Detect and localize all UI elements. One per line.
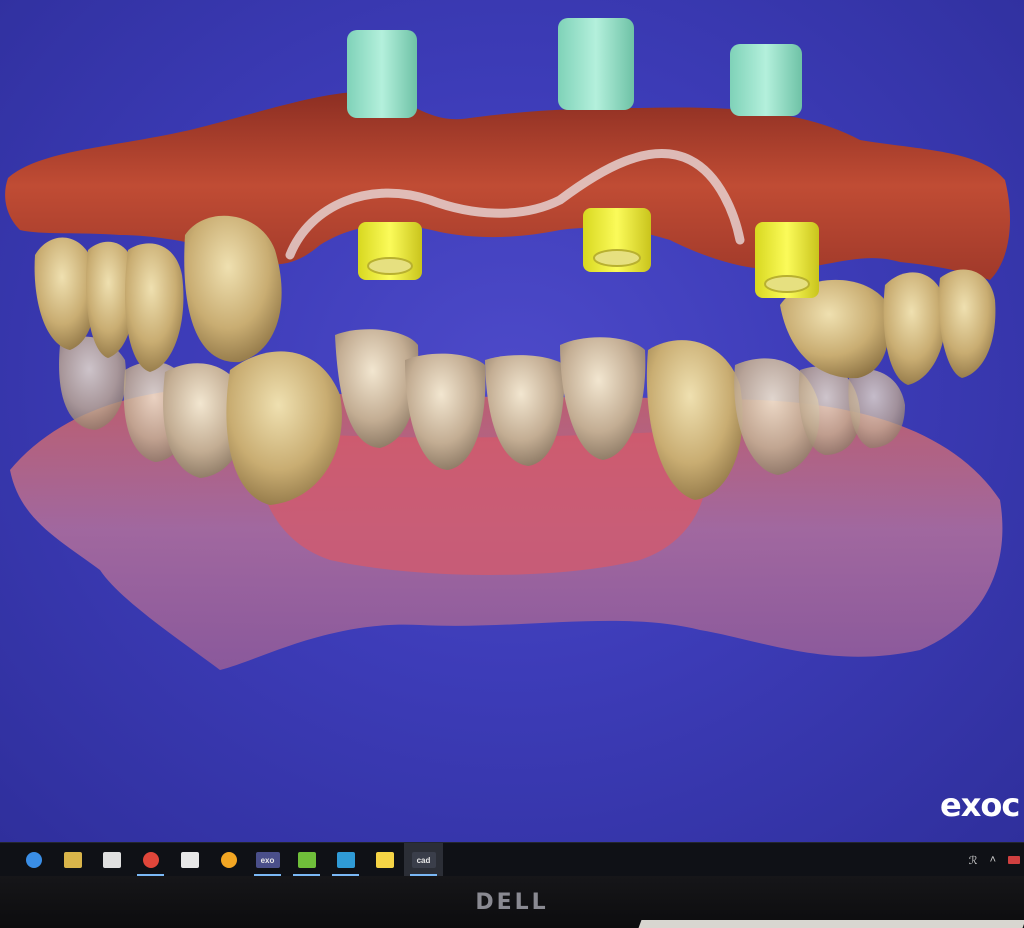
folder-icon [63, 852, 82, 868]
store-icon [102, 852, 121, 868]
edge-icon [25, 852, 42, 868]
notification-badge-icon[interactable] [1008, 856, 1020, 864]
taskbar-item-file-explorer[interactable] [53, 843, 92, 877]
cad-viewport[interactable]: exoc [0, 0, 1024, 842]
people-icon[interactable]: ℛ [969, 854, 978, 867]
taskbar-item-label: exo [260, 855, 275, 865]
taskbar-item-app-blue[interactable] [326, 843, 365, 877]
taskbar-item-exo[interactable]: exo [248, 843, 287, 877]
taskbar-item-chrome[interactable] [131, 843, 170, 877]
taskbar-item-app-green[interactable] [287, 843, 326, 877]
green-app-icon [297, 852, 316, 868]
cad-icon: cad [411, 852, 436, 868]
dental-scan-3d-model[interactable] [0, 0, 1024, 842]
scan-bodies [347, 18, 802, 118]
note-icon [375, 852, 394, 868]
taskbar-item-cad[interactable]: cad [404, 843, 443, 877]
dell-logo: DELL [475, 890, 549, 915]
exo-icon: exo [255, 852, 280, 868]
chevron-up-icon[interactable]: ˄ [990, 854, 996, 866]
taskbar-item-label: cad [416, 855, 431, 865]
orange-circle-icon [220, 852, 237, 868]
exocad-logo: exoc [940, 786, 1020, 824]
blue-app-icon [336, 852, 355, 868]
taskbar-item-store[interactable] [92, 843, 131, 877]
chrome-icon [142, 852, 159, 868]
desk-paper [638, 920, 1024, 928]
system-tray: ℛ ˄ [969, 843, 1024, 877]
taskbar-item-mail[interactable] [170, 843, 209, 877]
taskbar-item-app-orange[interactable] [209, 843, 248, 877]
taskbar-item-edge[interactable] [14, 843, 53, 877]
mail-icon [180, 852, 199, 868]
taskbar-item-sticky-notes[interactable] [365, 843, 404, 877]
windows-taskbar: exo cad ℛ ˄ [0, 842, 1024, 877]
